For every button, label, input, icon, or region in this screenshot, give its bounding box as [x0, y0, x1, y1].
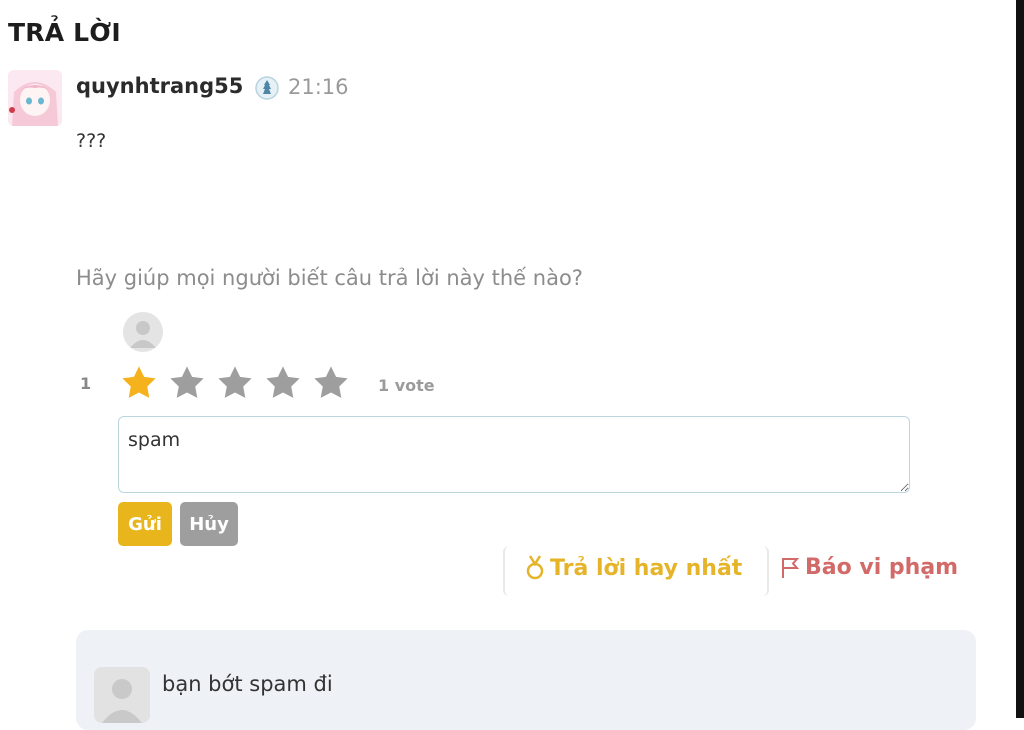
star-icon-4[interactable] — [264, 363, 302, 403]
flag-icon — [782, 557, 800, 578]
commenter-avatar[interactable] — [94, 667, 150, 723]
vote-count: 1 vote — [378, 376, 435, 395]
star-icon-5[interactable] — [312, 363, 350, 403]
best-answer-label: Trả lời hay nhất — [550, 555, 743, 581]
answer-time: 21:16 — [288, 75, 349, 99]
star-rating[interactable] — [120, 363, 350, 403]
best-answer-button[interactable]: Trả lời hay nhất — [524, 555, 742, 581]
report-button[interactable]: Báo vi phạm — [779, 555, 958, 580]
voter-avatar — [123, 312, 163, 352]
window-edge — [1016, 0, 1024, 718]
rating-prompt: Hãy giúp mọi người biết câu trả lời này … — [76, 266, 583, 290]
send-button[interactable]: Gửi — [118, 502, 172, 546]
user-rating-value: 1 — [80, 374, 92, 393]
comment-text: bạn bớt spam đi — [162, 672, 333, 696]
section-title: TRẢ LỜI — [8, 18, 121, 47]
answer-avatar[interactable] — [8, 70, 62, 126]
report-label: Báo vi phạm — [805, 555, 959, 580]
medal-icon — [526, 555, 544, 580]
star-icon-1[interactable] — [120, 363, 158, 403]
answer-content: ??? — [76, 130, 107, 152]
cancel-button[interactable]: Hủy — [180, 502, 238, 546]
star-icon-3[interactable] — [216, 363, 254, 403]
rating-comment-input[interactable] — [118, 416, 910, 493]
star-icon-2[interactable] — [168, 363, 206, 403]
answer-username[interactable]: quynhtrang55 — [76, 74, 243, 98]
rank-badge-icon — [254, 75, 280, 101]
